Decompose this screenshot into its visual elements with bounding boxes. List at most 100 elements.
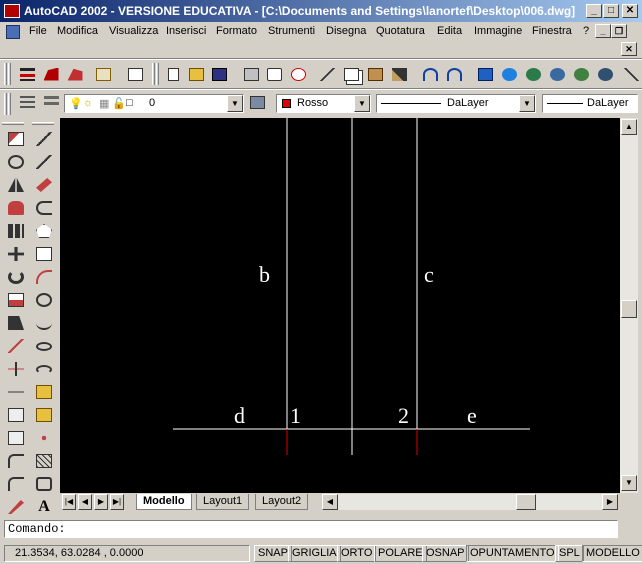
scroll-up-icon[interactable]: ▲: [621, 119, 637, 135]
menu-finestra[interactable]: Finestra: [532, 25, 572, 37]
fillet-icon[interactable]: [5, 427, 27, 449]
scroll-left-icon[interactable]: ◀: [322, 494, 338, 510]
autodesk-point-a-icon[interactable]: [498, 64, 520, 84]
scroll-down-icon[interactable]: ▼: [621, 475, 637, 491]
layer-previous-icon[interactable]: [246, 92, 268, 112]
polar-toggle[interactable]: POLARE: [374, 545, 427, 562]
multiline-text-icon[interactable]: A: [33, 496, 55, 518]
rotate-icon[interactable]: [5, 266, 27, 288]
aerial-view-icon[interactable]: [474, 64, 496, 84]
toolbar-grip[interactable]: [8, 63, 11, 85]
cut-icon[interactable]: [316, 64, 338, 84]
arc-icon[interactable]: [33, 266, 55, 288]
tab-layout2[interactable]: Layout2: [255, 494, 309, 510]
maximize-button[interactable]: □: [603, 4, 619, 18]
polyline-icon[interactable]: [33, 174, 55, 196]
rectangle-icon[interactable]: [33, 243, 55, 265]
lineweight-dropdown[interactable]: DaLayer: [542, 94, 638, 113]
horizontal-scroll-track[interactable]: [338, 494, 602, 510]
mdi-restore-button[interactable]: ❐: [611, 24, 627, 38]
line-icon[interactable]: [33, 128, 55, 150]
coordinates-display[interactable]: 21.3534, 63.0284 , 0.0000: [4, 545, 250, 562]
tab-layout1[interactable]: Layout1: [196, 494, 250, 510]
make-block-icon[interactable]: [33, 404, 55, 426]
ellipse-icon[interactable]: [33, 335, 55, 357]
prev-tab-icon[interactable]: ◀: [78, 494, 92, 510]
break-icon[interactable]: [5, 381, 27, 403]
print-preview-icon[interactable]: [263, 64, 285, 84]
model-toggle[interactable]: MODELLO: [582, 545, 642, 562]
chevron-down-icon[interactable]: ▼: [227, 95, 243, 112]
move-icon[interactable]: [5, 243, 27, 265]
copy-icon[interactable]: [340, 64, 362, 84]
toolbar-grip[interactable]: [32, 122, 54, 125]
menu-help[interactable]: ?: [583, 25, 589, 37]
close-button[interactable]: ✕: [622, 4, 638, 18]
extend-icon[interactable]: [5, 358, 27, 380]
ellipse-arc-icon[interactable]: [33, 358, 55, 380]
menu-immagine[interactable]: Immagine: [474, 25, 522, 37]
last-tab-icon[interactable]: ▶|: [110, 494, 124, 510]
draw-order-icon[interactable]: [16, 64, 38, 84]
first-tab-icon[interactable]: |◀: [62, 494, 76, 510]
web-tools-icon[interactable]: [594, 64, 616, 84]
autocad-app-icon[interactable]: [4, 4, 20, 18]
document-icon[interactable]: [6, 25, 20, 39]
drawing-canvas[interactable]: b c d 1 2 e: [60, 118, 620, 493]
layer-manager-icon[interactable]: [16, 92, 38, 112]
minimize-button[interactable]: _: [586, 4, 602, 18]
tab-modello[interactable]: Modello: [136, 494, 192, 510]
toolbar-grip[interactable]: [8, 93, 11, 115]
print-icon[interactable]: [240, 64, 262, 84]
undo-icon[interactable]: [419, 64, 441, 84]
vertical-scrollbar[interactable]: ▲ ▼: [620, 118, 638, 493]
mdi-minimize-button[interactable]: _: [595, 24, 611, 38]
next-tab-icon[interactable]: ▶: [94, 494, 108, 510]
scale-icon[interactable]: [5, 289, 27, 311]
scroll-right-icon[interactable]: ▶: [602, 494, 618, 510]
redo-icon[interactable]: [443, 64, 465, 84]
trim-icon[interactable]: [5, 335, 27, 357]
spell-check-icon[interactable]: [287, 64, 309, 84]
mdi-close-button[interactable]: ✕: [621, 42, 637, 56]
menu-disegna[interactable]: Disegna: [326, 25, 366, 37]
polyline-arc-icon[interactable]: [33, 197, 55, 219]
make-object-layer-current-icon[interactable]: [40, 92, 62, 112]
otrack-toggle[interactable]: OPUNTAMENTO: [466, 545, 559, 562]
menu-file[interactable]: File: [29, 25, 47, 37]
block-icon[interactable]: [124, 64, 146, 84]
menu-visualizza[interactable]: Visualizza: [109, 25, 158, 37]
command-input[interactable]: Comando:: [4, 520, 618, 538]
menu-quotatura[interactable]: Quotatura: [376, 25, 425, 37]
chevron-down-icon[interactable]: ▼: [519, 95, 535, 112]
properties-icon[interactable]: [5, 496, 27, 518]
xyz-icon[interactable]: [92, 64, 114, 84]
hatch-icon[interactable]: [33, 450, 55, 472]
chevron-down-icon[interactable]: ▼: [354, 95, 370, 112]
offset-icon[interactable]: [5, 197, 27, 219]
copy-object-icon[interactable]: [5, 151, 27, 173]
menu-inserisci[interactable]: Inserisci: [166, 25, 206, 37]
ortho-toggle[interactable]: ORTO: [337, 545, 377, 562]
toolbar-grip[interactable]: [156, 63, 159, 85]
spline-icon[interactable]: [33, 312, 55, 334]
pan-icon[interactable]: [620, 64, 642, 84]
osnap-toggle[interactable]: OSNAP: [422, 545, 469, 562]
region-icon[interactable]: [33, 473, 55, 495]
web-publish-icon[interactable]: [546, 64, 568, 84]
new-icon[interactable]: [162, 64, 184, 84]
insert-block-icon[interactable]: [33, 381, 55, 403]
toolbar-grip[interactable]: [2, 122, 24, 125]
polygon-icon[interactable]: [33, 220, 55, 242]
chamfer-icon[interactable]: [5, 404, 27, 426]
mirror-icon[interactable]: [5, 174, 27, 196]
circle-icon[interactable]: [33, 289, 55, 311]
horizontal-scroll-thumb[interactable]: [516, 494, 536, 510]
point-icon[interactable]: [33, 427, 55, 449]
menu-modifica[interactable]: Modifica: [57, 25, 98, 37]
web-link-icon[interactable]: [570, 64, 592, 84]
explode-icon[interactable]: [5, 450, 27, 472]
toolbar-grip[interactable]: [4, 93, 7, 115]
save-icon[interactable]: [208, 64, 230, 84]
snap-toggle[interactable]: SNAP: [254, 545, 292, 562]
